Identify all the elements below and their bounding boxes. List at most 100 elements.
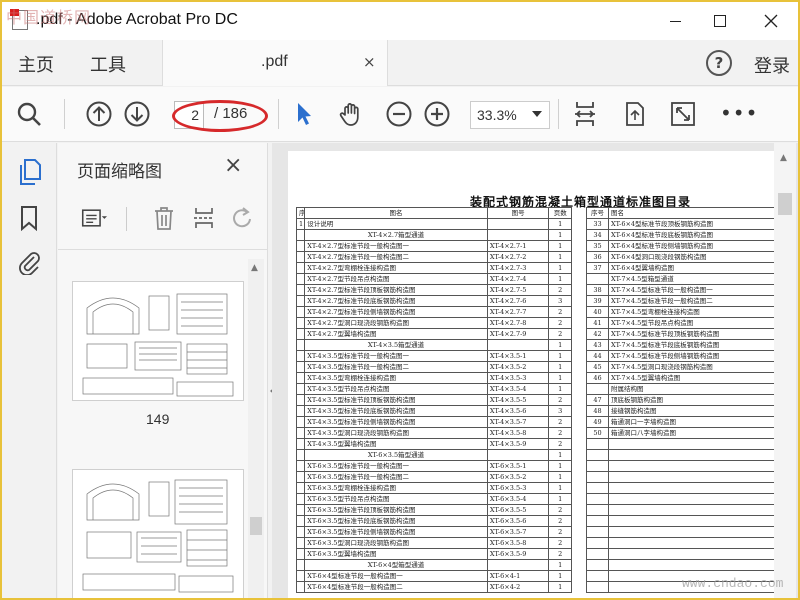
- thumbnail-scrollbar[interactable]: ▲: [248, 259, 264, 598]
- table-cell: 1: [548, 570, 572, 582]
- table-row: 1 设计说明 1: [295, 218, 572, 230]
- page-thumbnails-button[interactable]: [14, 157, 44, 187]
- table-cell: 1: [548, 251, 572, 263]
- tab-tools[interactable]: 工具: [90, 51, 126, 77]
- table-cell: [295, 405, 306, 417]
- attachments-button[interactable]: [14, 247, 44, 277]
- watermark-top: 中国道桥网: [6, 8, 92, 27]
- table-cell: XT-4×3.5型标准节段顶板钢筋构造图: [304, 394, 488, 406]
- scrollbar-thumb[interactable]: [778, 193, 792, 215]
- fullscreen-button[interactable]: [666, 97, 700, 131]
- table-cell: XT-4×2.7型标准节段一般构造图二: [304, 251, 488, 263]
- table-row: XT-6×3.5型洞口现浇段钢筋构造图 XT-6×3.5-8 2: [295, 537, 572, 549]
- table-cell: [295, 284, 306, 296]
- table-cell: 箱通洞口一字墙构造图: [608, 416, 775, 428]
- minimize-icon: [669, 20, 681, 22]
- minimize-button[interactable]: [652, 2, 698, 40]
- table-cell: [295, 570, 306, 582]
- table-cell: [295, 229, 306, 241]
- table-row: 46 XT-7×4.5型翼墙构造图: [586, 372, 775, 384]
- toolbar-divider: [64, 99, 65, 129]
- table-cell: [608, 548, 775, 560]
- page-thumbnail[interactable]: [72, 281, 244, 401]
- table-row: XT-4×3.5型节段吊点构造图 XT-4×3.5-4 1: [295, 383, 572, 395]
- table-cell: XT-4×3.5-8: [486, 427, 550, 439]
- table-cell: [295, 317, 306, 329]
- tab-document[interactable]: .pdf ×: [162, 40, 388, 86]
- extract-page-button[interactable]: [188, 203, 220, 233]
- table-cell: XT-6×3.5型标准节段顶板钢筋构造图: [304, 504, 488, 516]
- login-button[interactable]: 登录: [754, 52, 790, 78]
- thumbnail-options-button[interactable]: [78, 203, 110, 233]
- tab-home[interactable]: 主页: [18, 51, 54, 77]
- table-cell: [295, 493, 306, 505]
- table-row: XT-6×4型标准节段一般构造图一 XT-6×4-1 1: [295, 570, 572, 582]
- more-tools-button[interactable]: •••: [720, 101, 758, 125]
- scrollbar-thumb[interactable]: [250, 517, 262, 535]
- table-row: 42 XT-7×4.5型标准节段顶板钢筋构造图: [586, 328, 775, 340]
- table-cell: [295, 427, 306, 439]
- table-cell: XT-4×2.7-4: [486, 273, 550, 285]
- table-row: XT-4×3.5型标准节段侧墙钢筋构造图 XT-4×3.5-7 2: [295, 416, 572, 428]
- table-cell: 1: [548, 273, 572, 285]
- previous-page-button[interactable]: [82, 97, 116, 131]
- table-cell: XT-4×2.7型标准节段侧墙钢筋构造图: [304, 306, 488, 318]
- options-menu-icon: [81, 209, 107, 227]
- close-panel-button[interactable]: ×: [224, 153, 242, 178]
- hand-tool-button[interactable]: [334, 97, 368, 131]
- plus-circle-icon: [424, 101, 450, 127]
- chevron-down-icon[interactable]: [532, 111, 542, 117]
- select-tool-button[interactable]: [286, 97, 320, 131]
- maximize-button[interactable]: [697, 2, 743, 40]
- table-row: 37 XT-6×4型翼墙构造图: [586, 262, 775, 274]
- table-cell: [586, 471, 609, 483]
- close-window-button[interactable]: [748, 2, 794, 40]
- zoom-out-button[interactable]: [382, 97, 416, 131]
- table-row: 41 XT-7×4.5型节段吊点构造图: [586, 317, 775, 329]
- table-row: XT-4×3.5型标准节段顶板钢筋构造图 XT-4×3.5-5 2: [295, 394, 572, 406]
- page-thumbnail[interactable]: [72, 469, 244, 598]
- table-cell: 1: [548, 229, 572, 241]
- table-cell: XT-4×3.5型弯棚栓连接构造图: [304, 372, 488, 384]
- zoom-in-button[interactable]: [420, 97, 454, 131]
- table-cell: 接缝钢筋构造图: [608, 405, 775, 417]
- table-cell: XT-4×2.7-5: [486, 284, 550, 296]
- table-row: XT-6×3.5型标准节段底板钢筋构造图 XT-6×3.5-6 2: [295, 515, 572, 527]
- close-tab-button[interactable]: ×: [363, 53, 376, 71]
- rotate-button[interactable]: [226, 203, 258, 233]
- table-cell: XT-4×2.7-2: [486, 251, 550, 263]
- scroll-up-icon[interactable]: ▲: [251, 263, 258, 273]
- rotate-page-button[interactable]: [618, 97, 652, 131]
- panel-title: 页面缩略图: [77, 162, 162, 182]
- table-cell: XT-7×4.5型洞口现浇段钢筋构造图: [608, 361, 775, 373]
- table-row: [586, 438, 775, 450]
- table-cell: XT-6×4型标准节段底板钢筋构造图: [608, 229, 775, 241]
- table-cell: [295, 339, 306, 351]
- table-cell: [486, 229, 550, 241]
- table-cell: XT-4×3.5-2: [486, 361, 550, 373]
- table-cell: 1: [548, 350, 572, 362]
- fit-page-button[interactable]: [568, 97, 602, 131]
- table-cell: 49: [586, 416, 609, 428]
- table-cell: 2: [548, 306, 572, 318]
- table-cell: 2: [548, 526, 572, 538]
- table-cell: 2: [548, 394, 572, 406]
- table-cell: [608, 482, 775, 494]
- table-row: XT-6×3.5型节段吊点构造图 XT-6×3.5-4 1: [295, 493, 572, 505]
- search-button[interactable]: [12, 97, 46, 131]
- table-cell: 44: [586, 350, 609, 362]
- table-row: [586, 449, 775, 461]
- table-cell: [608, 471, 775, 483]
- help-icon[interactable]: ?: [706, 50, 732, 76]
- bookmarks-button[interactable]: [14, 203, 44, 233]
- table-cell: XT-4×3.5型翼墙构造图: [304, 438, 488, 450]
- table-cell: 2: [548, 427, 572, 439]
- scroll-up-icon[interactable]: ▲: [780, 153, 787, 163]
- document-scrollbar[interactable]: ▲: [774, 143, 796, 598]
- next-page-button[interactable]: [120, 97, 154, 131]
- table-row: 36 XT-6×4型洞口现浇段钢筋构造图: [586, 251, 775, 263]
- table-cell: 1: [548, 383, 572, 395]
- delete-page-button[interactable]: [148, 203, 180, 233]
- table-row: [586, 493, 775, 505]
- table-cell: 1: [548, 240, 572, 252]
